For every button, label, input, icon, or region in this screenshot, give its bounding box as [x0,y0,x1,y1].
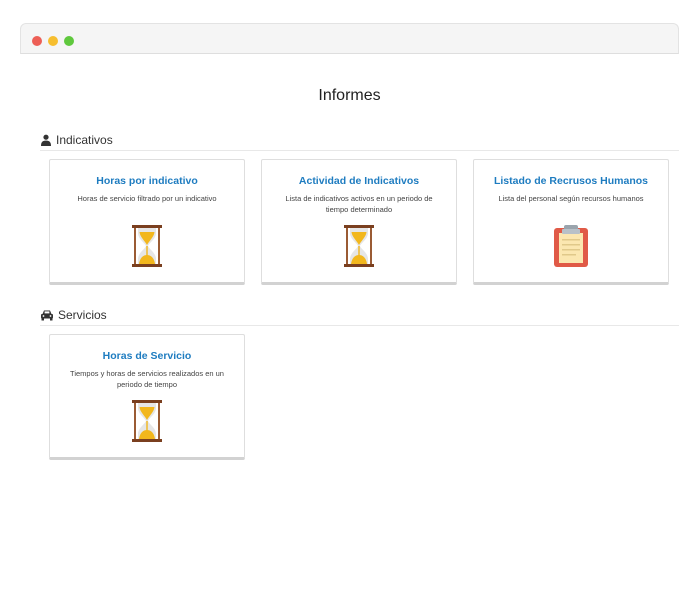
card-title[interactable]: Horas de Servicio [50,350,244,362]
minimize-window-button[interactable] [48,36,58,46]
card-description: Lista del personal según recursos humano… [498,194,644,203]
hourglass-icon [344,225,374,267]
report-card-actividad-de-indicativos[interactable]: Actividad de Indicativos Lista de indica… [261,159,457,285]
card-title[interactable]: Listado de Recrusos Humanos [474,175,668,187]
section-header-servicios: Servicios [40,304,679,326]
hourglass-icon [132,400,162,442]
section-title: Indicativos [56,132,113,147]
card-title[interactable]: Horas por indicativo [50,175,244,187]
report-card-horas-por-indicativo[interactable]: Horas por indicativo Horas de servicio f… [49,159,245,285]
report-card-listado-recursos-humanos[interactable]: Listado de Recrusos Humanos Lista del pe… [473,159,669,285]
window-titlebar [20,23,679,54]
card-title[interactable]: Actividad de Indicativos [262,175,456,187]
browser-window: Informes Indicativos Horas por indicativ… [20,23,679,583]
maximize-window-button[interactable] [64,36,74,46]
card-description: Lista de indicativos activos en un perio… [285,194,433,214]
section-title: Servicios [58,307,107,322]
card-description: Horas de servicio filtrado por un indica… [77,194,217,203]
page-title: Informes [318,87,381,104]
user-icon [41,134,51,146]
report-card-horas-de-servicio[interactable]: Horas de Servicio Tiempos y horas de ser… [49,334,245,460]
hourglass-icon [132,225,162,267]
car-icon [41,310,53,320]
close-window-button[interactable] [32,36,42,46]
clipboard-icon [554,225,588,267]
card-description: Tiempos y horas de servicios realizados … [70,369,224,389]
section-header-indicativos: Indicativos [40,129,679,151]
